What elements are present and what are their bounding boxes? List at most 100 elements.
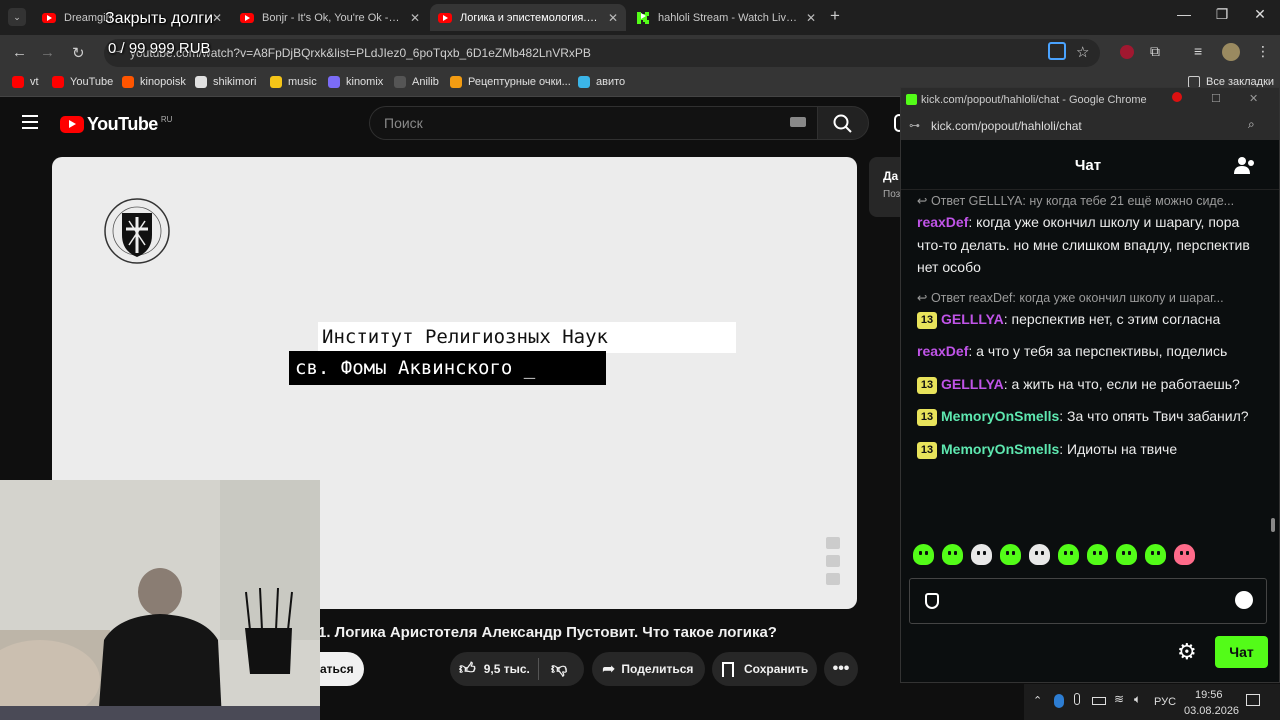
users-icon[interactable] bbox=[1234, 155, 1256, 175]
close-tab-icon[interactable]: ✕ bbox=[410, 11, 420, 25]
microphone-icon[interactable] bbox=[1074, 693, 1080, 705]
bookmark-item[interactable]: авито bbox=[578, 76, 625, 88]
bookmark-item[interactable]: shikimori bbox=[195, 76, 256, 88]
emote-icon[interactable] bbox=[1029, 544, 1050, 565]
close-tab-icon[interactable]: ✕ bbox=[608, 11, 618, 25]
reload-icon[interactable]: ↻ bbox=[72, 44, 85, 62]
subscriber-badge[interactable]: 13 bbox=[917, 311, 937, 329]
emote-icon[interactable] bbox=[1087, 544, 1108, 565]
close-tab-icon[interactable]: ✕ bbox=[806, 11, 816, 25]
share-button[interactable]: ➦ Поделиться bbox=[592, 652, 705, 686]
browser-tab-title: Bonjr - It's Ok, You're Ok - YouT bbox=[262, 11, 402, 24]
clock-date[interactable]: 03.08.2026 bbox=[1184, 705, 1239, 717]
subscriber-badge[interactable]: 13 bbox=[917, 376, 937, 394]
chat-username[interactable]: GELLLYA bbox=[941, 311, 1004, 327]
share-icon: ➦ bbox=[602, 661, 616, 678]
bookmark-item[interactable]: kinopoisk bbox=[122, 76, 186, 88]
chat-address-bar[interactable]: ⊶ kick.com/popout/hahloli/chat ⌕ bbox=[901, 112, 1279, 140]
save-button[interactable]: Сохранить bbox=[712, 652, 817, 686]
wifi-icon[interactable]: ≋ bbox=[1114, 692, 1124, 706]
profile-avatar[interactable] bbox=[1222, 43, 1240, 61]
bookmark-item[interactable]: Рецептурные очки... bbox=[450, 76, 571, 88]
chrome-menu-icon[interactable]: ⋮ bbox=[1256, 43, 1270, 60]
emote-icon[interactable] bbox=[1058, 544, 1079, 565]
emote-icon[interactable] bbox=[1145, 544, 1166, 565]
search-button[interactable] bbox=[817, 106, 869, 140]
chat-colon: : bbox=[1059, 408, 1068, 424]
back-icon[interactable]: ← bbox=[12, 44, 27, 61]
chat-username[interactable]: reaxDef bbox=[917, 214, 968, 230]
dislike-button[interactable]: 👎︎ bbox=[539, 660, 567, 679]
subscriber-badge[interactable]: 13 bbox=[917, 441, 937, 459]
install-app-icon[interactable] bbox=[1048, 42, 1066, 60]
keyboard-icon[interactable] bbox=[790, 117, 806, 127]
slide-title-line1: Институт Религиозных Наук bbox=[318, 322, 736, 353]
chat-close-button[interactable]: ✕ bbox=[1249, 92, 1258, 105]
volume-icon[interactable]: 🔈︎ bbox=[1134, 692, 1141, 707]
close-tab-icon[interactable]: ✕ bbox=[212, 11, 222, 25]
chat-username[interactable]: MemoryOnSmells bbox=[941, 408, 1059, 424]
bluetooth-icon[interactable] bbox=[1054, 694, 1064, 708]
bookmark-item[interactable]: kinomix bbox=[328, 76, 383, 88]
zoom-icon[interactable]: ⌕ bbox=[1248, 117, 1255, 132]
search-icon bbox=[833, 114, 852, 133]
clock-time[interactable]: 19:56 bbox=[1195, 689, 1223, 701]
language-indicator[interactable]: РУС bbox=[1154, 696, 1176, 708]
chat-header-title: Чат bbox=[1074, 157, 1102, 174]
emote-icon[interactable] bbox=[1000, 544, 1021, 565]
browser-tab[interactable]: Bonjr - It's Ok, You're Ok - YouT ✕ bbox=[232, 4, 428, 31]
playlist-panel-peek[interactable]: Да Поз bbox=[869, 157, 900, 217]
minimize-button[interactable]: — bbox=[1165, 6, 1203, 22]
like-dislike-group: 👍︎ 9,5 тыс. 👎︎ bbox=[450, 652, 584, 686]
extensions-puzzle-icon[interactable]: ⧉ bbox=[1150, 43, 1160, 60]
site-settings-icon[interactable]: ⊶ bbox=[909, 119, 920, 132]
show-hidden-icons-button[interactable]: ⌃ bbox=[1033, 694, 1042, 707]
youtube-play-icon bbox=[60, 116, 84, 133]
media-controls-icon[interactable]: ≡ bbox=[1194, 43, 1202, 59]
new-tab-button[interactable]: + bbox=[830, 6, 840, 26]
more-actions-button[interactable]: ••• bbox=[824, 652, 858, 686]
bookmark-item[interactable]: Anilib bbox=[394, 76, 439, 88]
chat-message-text: перспектив нет, с этим согласна bbox=[1011, 310, 1221, 327]
browser-tab[interactable]: Логика и эпистемология. Лекц ✕ bbox=[430, 4, 626, 31]
bookmark-item[interactable]: music bbox=[270, 76, 317, 88]
bookmark-item[interactable]: vt bbox=[12, 76, 39, 88]
emote-icon[interactable] bbox=[971, 544, 992, 565]
emote-icon[interactable] bbox=[942, 544, 963, 565]
emote-icon[interactable] bbox=[1116, 544, 1137, 565]
extension-icon[interactable] bbox=[1120, 45, 1134, 59]
chat-maximize-button[interactable]: ☐ bbox=[1211, 92, 1221, 105]
bookmark-star-icon[interactable]: ☆ bbox=[1076, 43, 1089, 61]
chat-scrollbar[interactable] bbox=[1271, 518, 1275, 532]
overlay-controls[interactable] bbox=[826, 537, 840, 591]
battery-icon[interactable] bbox=[1092, 697, 1106, 705]
chat-username[interactable]: GELLLYA bbox=[941, 376, 1004, 392]
subscriber-badge[interactable]: 13 bbox=[917, 409, 937, 426]
hamburger-menu-icon[interactable] bbox=[22, 115, 38, 129]
browser-tab[interactable]: hahloli Stream - Watch Live on ✕ bbox=[628, 4, 824, 31]
browser-tab-title: Логика и эпистемология. Лекц bbox=[460, 11, 600, 24]
chat-username[interactable]: MemoryOnSmells bbox=[941, 441, 1059, 457]
chat-send-button[interactable]: Чат bbox=[1215, 636, 1268, 668]
bookmark-label: music bbox=[288, 76, 317, 88]
search-input[interactable]: Поиск bbox=[369, 106, 817, 140]
chat-window-titlebar[interactable]: kick.com/popout/hahloli/chat - Google Ch… bbox=[901, 88, 1279, 112]
shield-icon[interactable] bbox=[925, 593, 939, 609]
emote-icon[interactable] bbox=[1174, 544, 1195, 565]
notifications-icon[interactable] bbox=[1246, 694, 1260, 706]
restore-button[interactable]: ❐ bbox=[1203, 6, 1241, 23]
bookmark-item[interactable]: YouTube bbox=[52, 76, 113, 88]
tab-list-dropdown-button[interactable]: ⌄ bbox=[8, 8, 26, 26]
forward-icon[interactable]: → bbox=[40, 44, 55, 61]
chat-message: 13 MemoryOnSmells: За что опять Твич заба… bbox=[917, 405, 1265, 428]
chat-settings-gear-icon[interactable]: ⚙ bbox=[1177, 639, 1197, 665]
address-bar[interactable]: ⊶ youtube.com/watch?v=A8FpDjBQrxk&list=P… bbox=[104, 39, 1100, 67]
close-window-button[interactable]: ✕ bbox=[1241, 6, 1279, 23]
like-button[interactable]: 👍︎ 9,5 тыс. bbox=[450, 660, 538, 679]
emoji-picker-icon[interactable] bbox=[1235, 591, 1253, 609]
emote-icon[interactable] bbox=[913, 544, 934, 565]
donation-goal-title: Закрыть долги bbox=[105, 10, 214, 27]
chat-message-input[interactable] bbox=[909, 578, 1267, 624]
youtube-logo[interactable]: YouTube RU bbox=[60, 114, 172, 135]
chat-username[interactable]: reaxDef bbox=[917, 343, 968, 359]
